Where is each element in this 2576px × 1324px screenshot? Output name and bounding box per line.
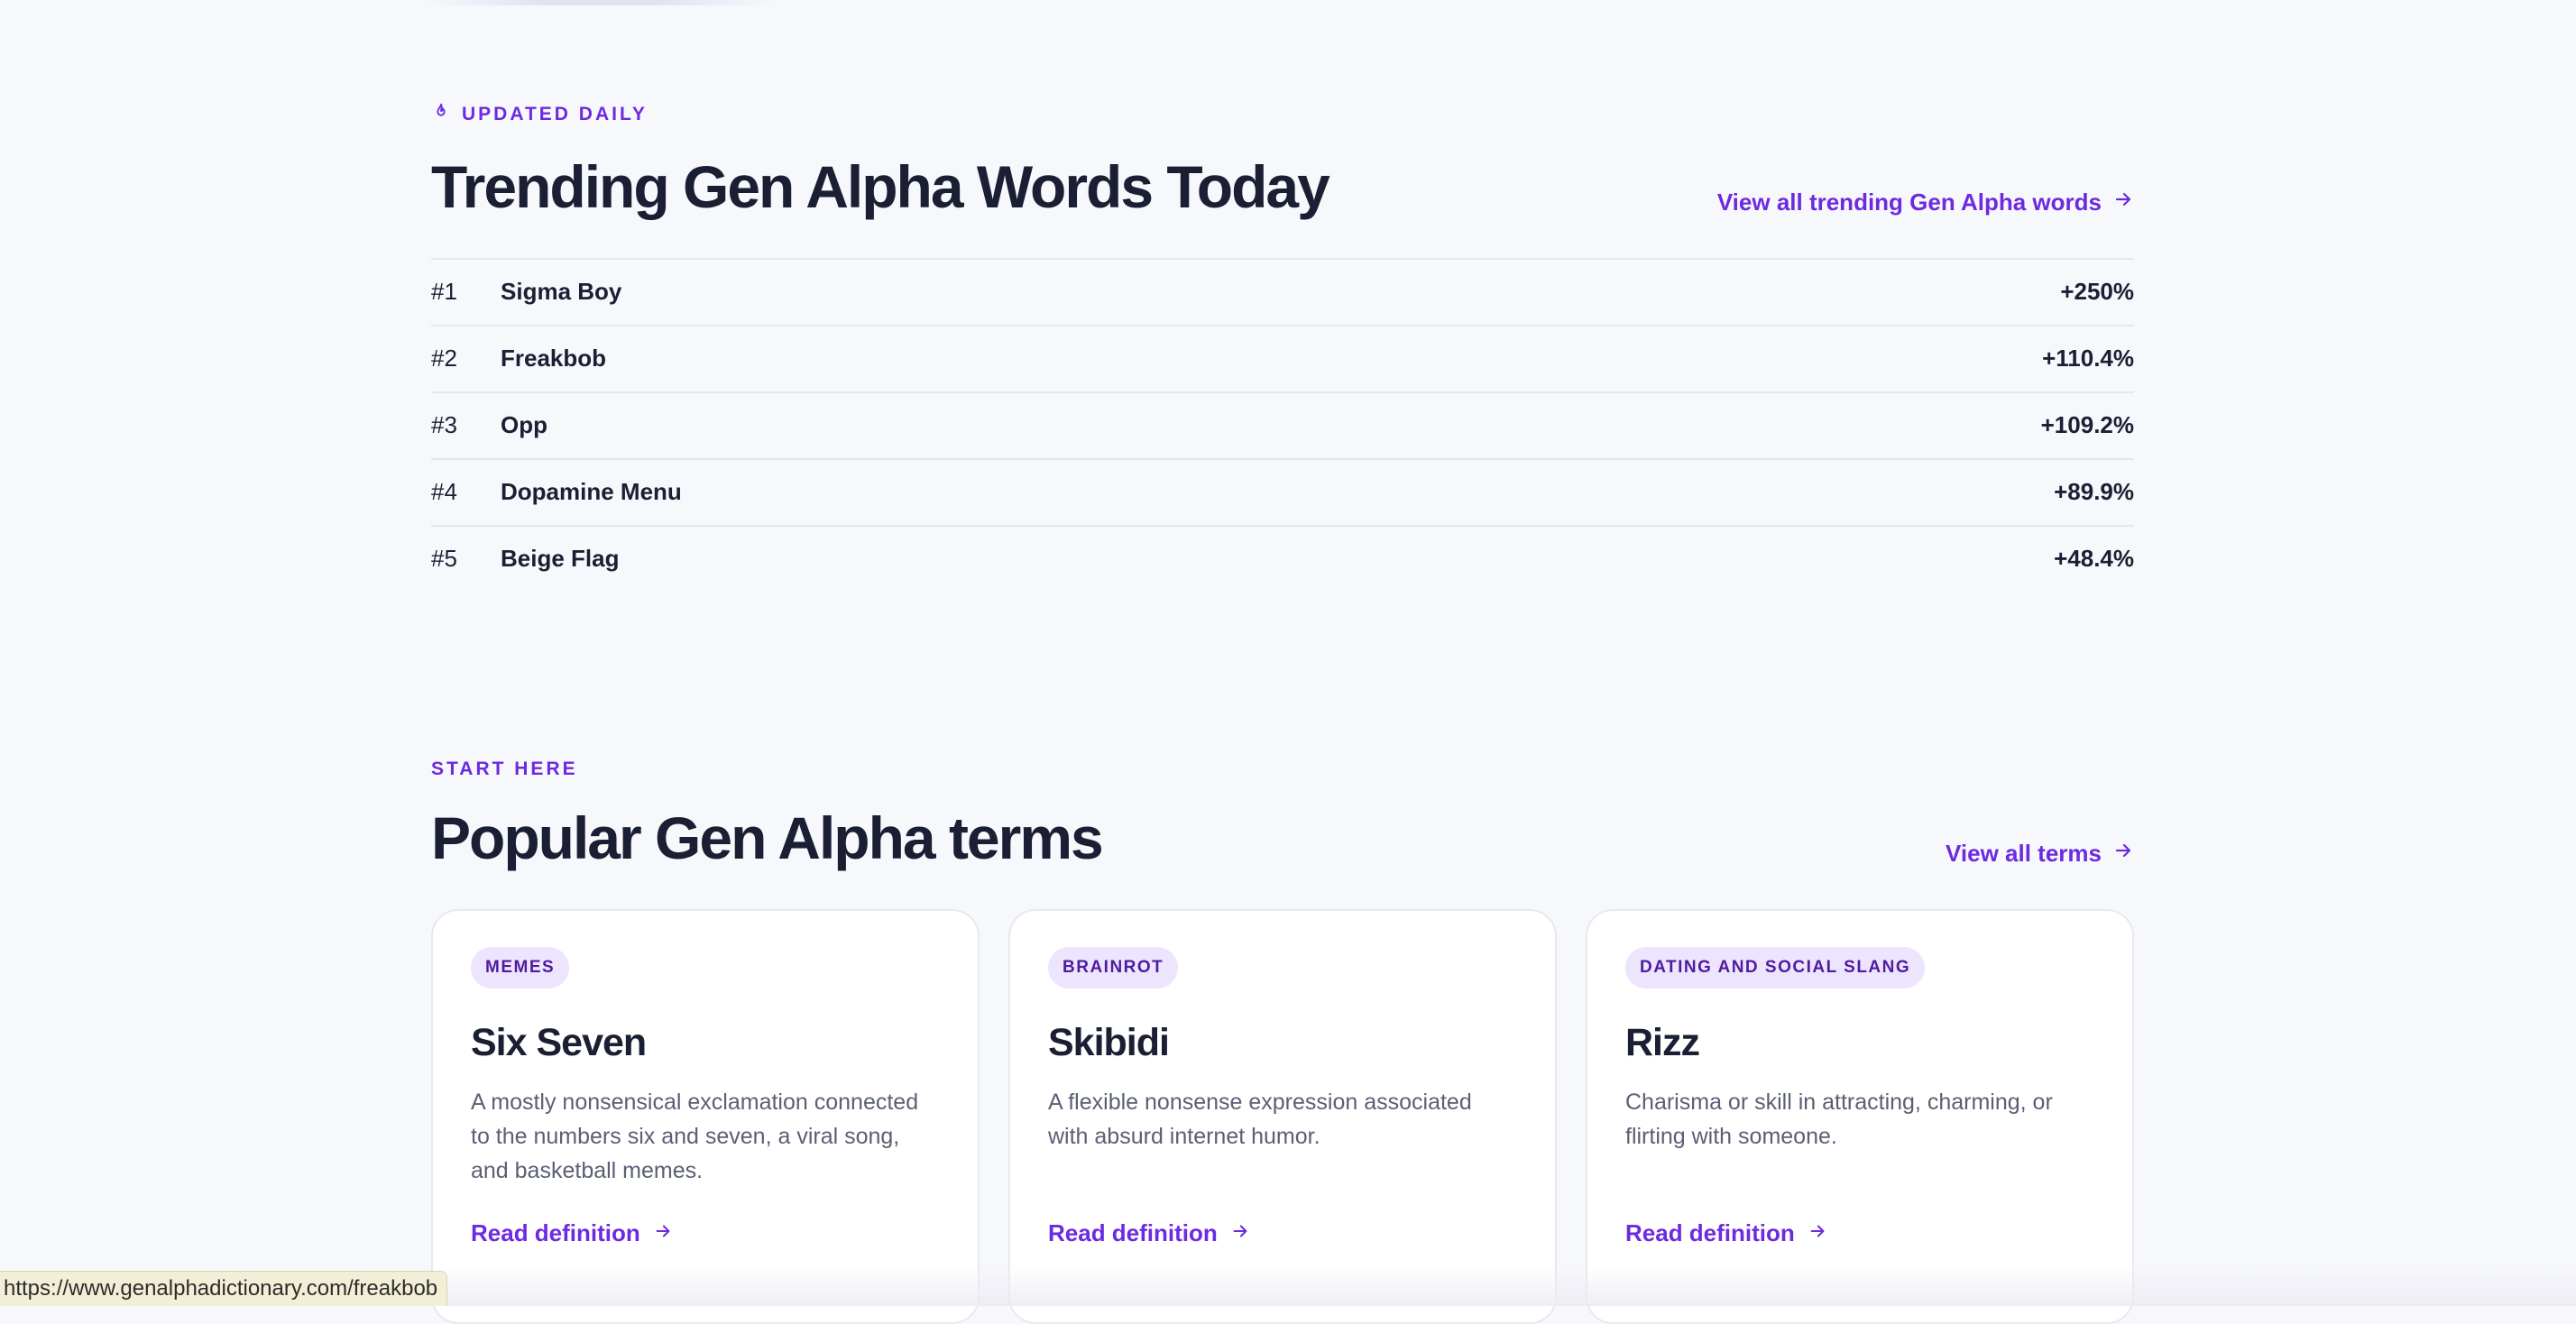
- flame-icon: [431, 102, 451, 127]
- term-description: Charisma or skill in attracting, charmin…: [1625, 1089, 2053, 1149]
- term-title: Six Seven: [471, 1020, 647, 1064]
- trend-rank: #1: [431, 278, 457, 306]
- arrow-right-icon: [653, 1219, 673, 1247]
- view-all-trending-link[interactable]: View all trending Gen Alpha words: [1717, 188, 2134, 216]
- term-card-skibidi[interactable]: BRAINROT Skibidi A flexible nonsense exp…: [1008, 908, 1557, 1324]
- term-description: A flexible nonsense expression associate…: [1048, 1089, 1472, 1149]
- trending-eyebrow: UPDATED DAILY: [431, 102, 2134, 127]
- view-all-terms-link[interactable]: View all terms: [1946, 840, 2134, 868]
- read-definition-label: Read definition: [471, 1218, 640, 1246]
- read-definition-link[interactable]: Read definition: [1048, 1219, 1517, 1247]
- popular-title: Popular Gen Alpha terms: [431, 805, 1104, 871]
- read-definition-label: Read definition: [1048, 1218, 1218, 1246]
- read-definition-link[interactable]: Read definition: [1625, 1219, 2094, 1247]
- popular-section: START HERE Popular Gen Alpha terms View …: [431, 757, 2134, 1324]
- term-title: Skibidi: [1048, 1020, 1170, 1064]
- term-description: A mostly nonsensical exclamation connect…: [471, 1089, 919, 1183]
- term-card-six-seven[interactable]: MEMES Six Seven A mostly nonsensical exc…: [431, 908, 980, 1324]
- popular-eyebrow: START HERE: [431, 757, 2134, 782]
- arrow-right-icon: [2112, 188, 2134, 216]
- trending-row-2[interactable]: #2 Freakbob +110.4%: [431, 326, 2134, 393]
- status-bar-url: https://www.genalphadictionary.com/freak…: [0, 1271, 448, 1306]
- trending-section: UPDATED DAILY Trending Gen Alpha Words T…: [431, 102, 2134, 592]
- trending-row-4[interactable]: #4 Dopamine Menu +89.9%: [431, 460, 2134, 527]
- category-badge: DATING AND SOCIAL SLANG: [1625, 946, 1926, 988]
- trend-rank: #2: [431, 345, 457, 372]
- trending-row-3[interactable]: #3 Opp +109.2%: [431, 393, 2134, 460]
- trending-title: Trending Gen Alpha Words Today: [431, 153, 1330, 220]
- term-card-rizz[interactable]: DATING AND SOCIAL SLANG Rizz Charisma or…: [1586, 908, 2134, 1324]
- read-definition-link[interactable]: Read definition: [471, 1219, 940, 1247]
- trending-row-5[interactable]: #5 Beige Flag +48.4%: [431, 527, 2134, 592]
- term-cards: MEMES Six Seven A mostly nonsensical exc…: [431, 908, 2134, 1324]
- arrow-right-icon: [2112, 840, 2134, 868]
- trend-change: +89.9%: [2054, 478, 2134, 506]
- top-fade-decoration: [424, 0, 776, 5]
- trend-rank: #3: [431, 411, 457, 439]
- view-all-terms-label: View all terms: [1946, 839, 2102, 867]
- trending-row-1[interactable]: #1 Sigma Boy +250%: [431, 260, 2134, 326]
- arrow-right-icon: [1808, 1219, 1827, 1247]
- popular-header: Popular Gen Alpha terms View all terms: [431, 782, 2134, 871]
- view-all-trending-label: View all trending Gen Alpha words: [1716, 188, 2102, 216]
- trend-word: Dopamine Menu: [501, 478, 682, 506]
- trend-change: +109.2%: [2040, 411, 2134, 439]
- trending-eyebrow-label: UPDATED DAILY: [462, 104, 648, 124]
- trend-word: Opp: [501, 411, 547, 439]
- category-badge: MEMES: [471, 946, 570, 988]
- arrow-right-icon: [1230, 1219, 1250, 1247]
- trending-list: #1 Sigma Boy +250% #2 Freakbob +110.4% #…: [431, 257, 2134, 592]
- trend-rank: #4: [431, 478, 457, 506]
- trend-word: Freakbob: [501, 345, 607, 372]
- trending-header: Trending Gen Alpha Words Today View all …: [431, 127, 2134, 220]
- category-badge: BRAINROT: [1048, 946, 1179, 988]
- trend-change: +110.4%: [2042, 345, 2134, 372]
- popular-eyebrow-label: START HERE: [431, 759, 578, 779]
- trend-word: Sigma Boy: [501, 278, 622, 306]
- trend-change: +48.4%: [2054, 545, 2134, 573]
- trend-change: +250%: [2060, 278, 2134, 306]
- trend-rank: #5: [431, 545, 457, 573]
- trend-word: Beige Flag: [501, 545, 620, 573]
- read-definition-label: Read definition: [1625, 1218, 1795, 1246]
- term-title: Rizz: [1625, 1020, 1700, 1064]
